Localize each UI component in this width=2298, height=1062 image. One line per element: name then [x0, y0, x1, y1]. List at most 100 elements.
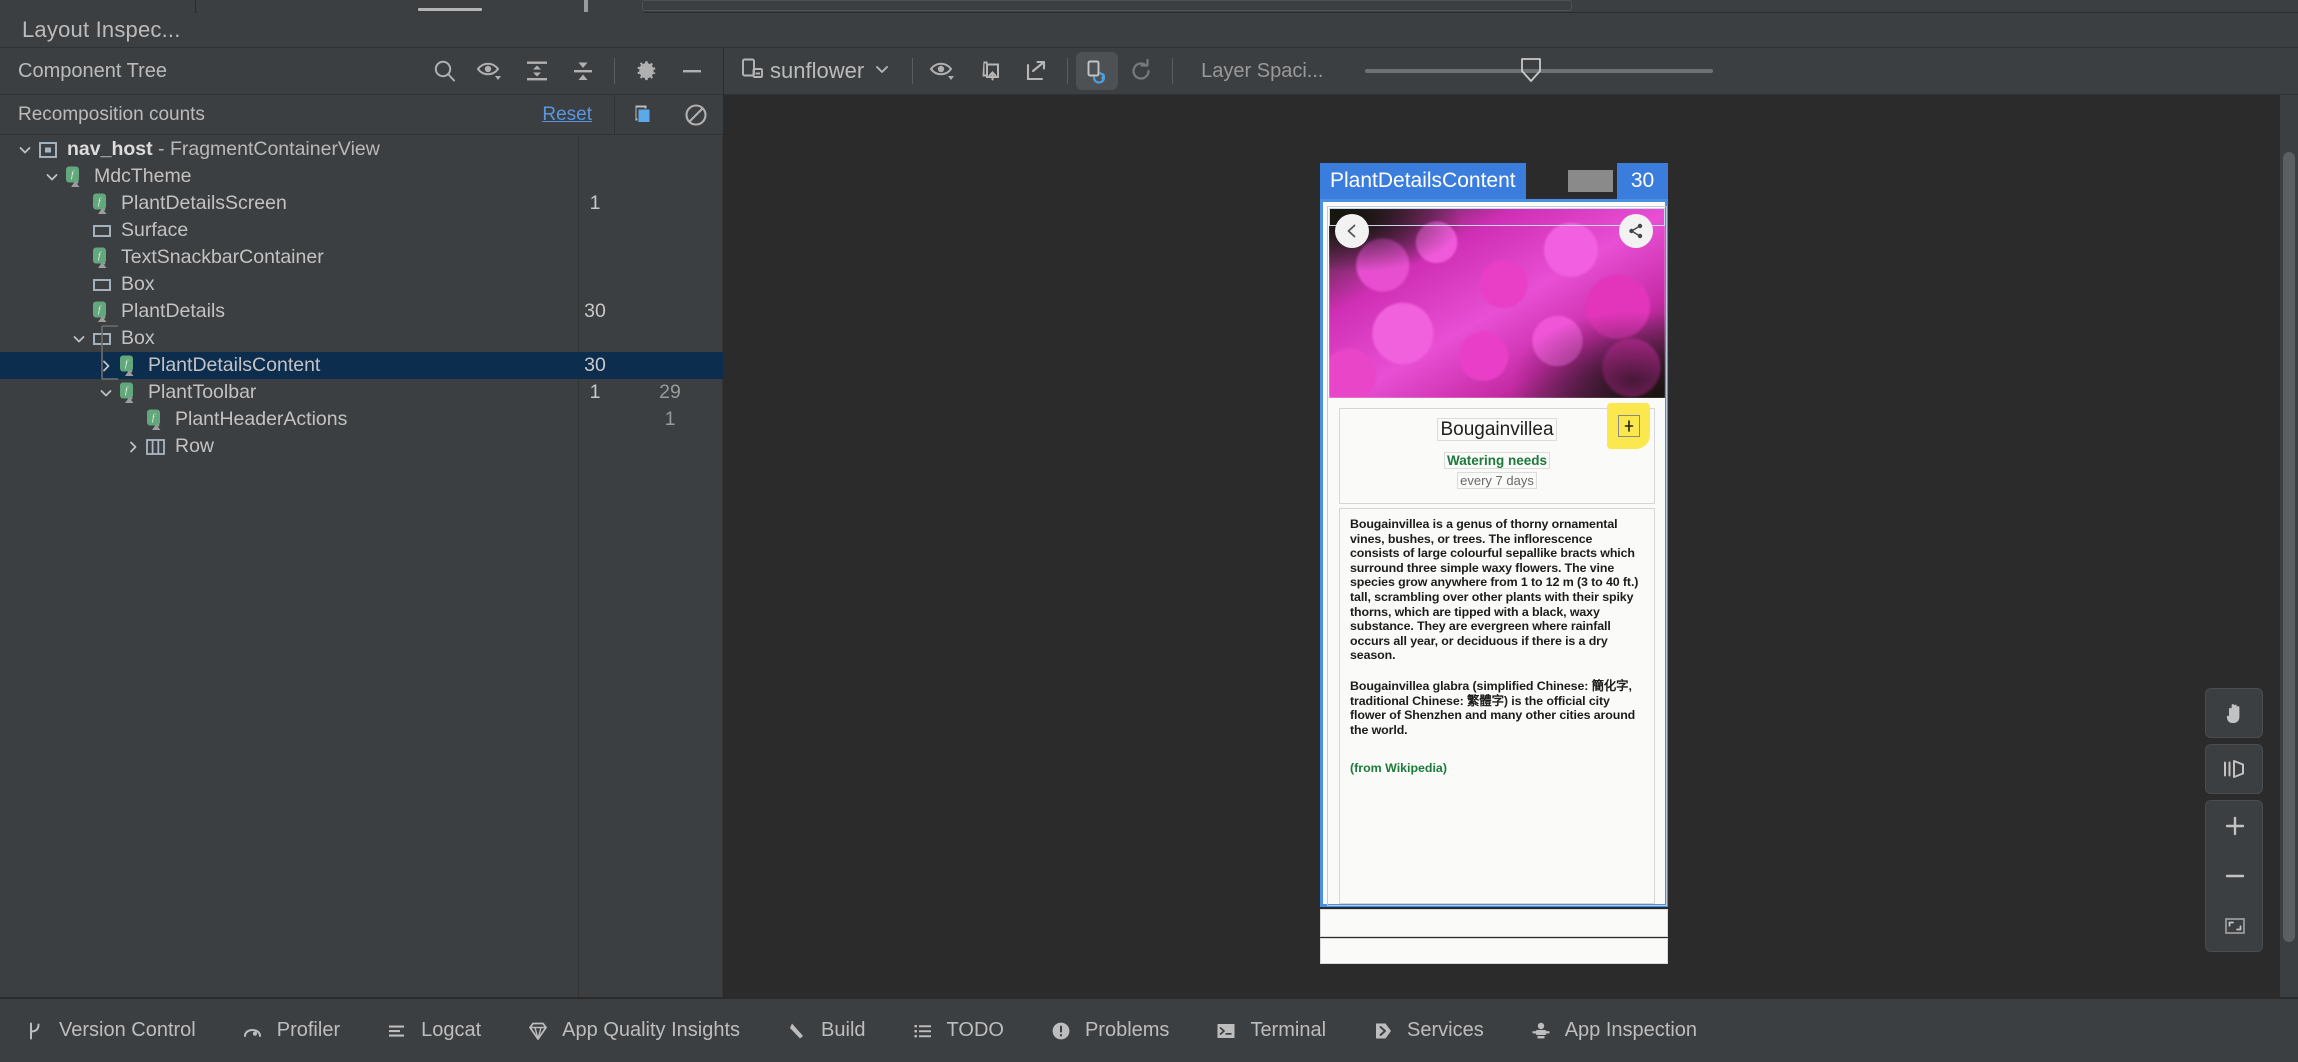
tree-row-label: Box [121, 327, 155, 349]
refresh-icon[interactable] [1118, 51, 1164, 91]
snapshot-icon[interactable] [1013, 51, 1059, 91]
recomposition-counts-row: Recomposition counts Reset [0, 94, 723, 135]
chevron-down-icon[interactable] [68, 325, 90, 352]
rotate-3d-icon[interactable] [2205, 744, 2263, 794]
active-tab-underline [418, 8, 482, 11]
compose-node-icon: f [117, 355, 141, 377]
statusbar-item-app-quality-insights[interactable]: App Quality Insights [525, 1018, 762, 1044]
statusbar-item-todo[interactable]: TODO [910, 1018, 1026, 1044]
tree-row-label: PlantDetailsScreen [121, 192, 287, 214]
tree-row-plantdetailsscreen[interactable]: f PlantDetailsScreen 1 [0, 190, 723, 217]
tree-row-box[interactable]: Box [0, 325, 723, 352]
statusbar-item-label: Logcat [421, 1019, 482, 1041]
tree-row-plantheaderactions[interactable]: f PlantHeaderActions 1 [0, 406, 723, 433]
tree-row-box[interactable]: Box [0, 271, 723, 298]
skipped-count: 1 [664, 408, 676, 430]
statusbar-item-profiler[interactable]: Profiler [240, 1018, 362, 1044]
text-caret [584, 0, 588, 12]
statusbar-item-label: App Inspection [1564, 1019, 1698, 1041]
logcat-icon [384, 1018, 410, 1044]
eye-dropdown-icon[interactable] [468, 51, 514, 91]
overlay-label-spacer [1568, 170, 1613, 192]
zoom-to-fit-icon[interactable] [2206, 901, 2262, 951]
statusbar-item-app-inspection[interactable]: App Inspection [1528, 1018, 1719, 1044]
tree-row-label: MdcTheme [94, 165, 192, 187]
component-tree-label: Component Tree [18, 59, 167, 82]
tree-row-plantdetails[interactable]: f PlantDetails 30 [0, 298, 723, 325]
tree-row-surface[interactable]: Surface [0, 217, 723, 244]
statusbar-item-problems[interactable]: Problems [1048, 1018, 1191, 1044]
layer-spacing-slider-thumb[interactable] [1520, 57, 1542, 82]
zoom-in-icon[interactable] [2206, 801, 2262, 851]
tree-row-nav-host[interactable]: nav_host - FragmentContainerView [0, 136, 723, 163]
layer-spacing-slider[interactable] [1365, 58, 1714, 82]
compose-node-icon: f [90, 301, 114, 323]
tree-row-textsnackbarcontainer[interactable]: f TextSnackbarContainer [0, 244, 723, 271]
search-icon[interactable] [422, 51, 468, 91]
list-icon [910, 1018, 936, 1044]
collapse-all-icon[interactable] [560, 51, 606, 91]
recomposition-count: 30 [584, 300, 606, 322]
plant-description-paragraph-2: Bougainvillea glabra (simplified Chinese… [1350, 678, 1636, 737]
warning-icon [1048, 1018, 1074, 1044]
chevron-down-icon[interactable] [14, 136, 36, 163]
minimize-icon[interactable] [669, 51, 715, 91]
reset-link[interactable]: Reset [542, 104, 592, 126]
statusbar-item-label: Build [821, 1019, 866, 1041]
statusbar-item-services[interactable]: Services [1370, 1018, 1506, 1044]
statusbar-item-terminal[interactable]: Terminal [1213, 1018, 1348, 1044]
tree-row-label: PlantToolbar [148, 381, 257, 403]
toolbar-node-bounds [1329, 208, 1665, 226]
preview-footer-band-1 [1320, 909, 1668, 937]
plant-photo [1329, 208, 1665, 398]
back-arrow-icon[interactable] [1335, 214, 1369, 248]
photo-shadow-bottom-right [1510, 310, 1665, 398]
chevron-right-icon[interactable] [95, 352, 117, 379]
statusbar-item-label: Problems [1084, 1019, 1170, 1041]
share-icon[interactable] [1619, 214, 1653, 248]
tree-row-label: PlantDetails [121, 300, 226, 322]
tree-row-label: TextSnackbarContainer [121, 246, 324, 268]
tree-row-label: Surface [121, 219, 189, 241]
load-overlay-icon[interactable] [967, 51, 1013, 91]
layout-node-icon [90, 328, 114, 350]
chrome-segment-left [0, 0, 196, 13]
recomposition-disable-icon[interactable] [669, 95, 723, 135]
tree-row-row[interactable]: Row [0, 433, 723, 460]
statusbar-item-logcat[interactable]: Logcat [384, 1018, 503, 1044]
watering-needs-label: Watering needs [1340, 452, 1654, 469]
view-options-icon[interactable] [921, 51, 967, 91]
chevron-down-icon[interactable] [95, 379, 117, 406]
canvas-scrollbar-thumb[interactable] [2283, 152, 2295, 942]
component-tree[interactable]: nav_host - FragmentContainerView f MdcTh… [0, 136, 723, 998]
gear-icon[interactable] [623, 51, 669, 91]
recomposition-count: 1 [589, 381, 601, 403]
inspector-canvas[interactable]: Bougainvillea Watering needs every 7 day… [724, 95, 2280, 998]
statusbar-item-version-control[interactable]: Version Control [22, 1018, 218, 1044]
recomposition-highlight-icon[interactable] [615, 95, 669, 135]
tree-row-plantdetailscontent[interactable]: f PlantDetailsContent 30 [0, 352, 723, 379]
tree-row-mdctheme[interactable]: f MdcTheme [0, 163, 723, 190]
live-updates-icon[interactable] [1076, 52, 1119, 90]
toolbar-divider [614, 58, 615, 84]
statusbar-item-build[interactable]: Build [784, 1018, 887, 1044]
watering-needs-value: every 7 days [1340, 472, 1654, 489]
chevron-down-icon [872, 59, 892, 84]
canvas-toolbar-divider-3 [1172, 58, 1174, 84]
layer-spacing-control: Layer Spaci... [1201, 58, 1714, 83]
inspection-icon [1528, 1018, 1554, 1044]
device-selector[interactable]: sunflower [740, 56, 892, 87]
zoom-out-icon[interactable] [2206, 851, 2262, 901]
tree-row-planttoolbar[interactable]: f PlantToolbar 1 29 [0, 379, 723, 406]
device-name: sunflower [770, 58, 865, 83]
expand-all-icon[interactable] [514, 51, 560, 91]
pan-tool-icon[interactable] [2205, 688, 2263, 738]
chevron-down-icon[interactable] [41, 163, 63, 190]
chrome-search-field[interactable] [642, 0, 1572, 11]
statusbar-item-label: App Quality Insights [562, 1019, 741, 1041]
device-preview[interactable]: Bougainvillea Watering needs every 7 day… [1320, 199, 1668, 964]
chevron-right-icon[interactable] [122, 433, 144, 460]
